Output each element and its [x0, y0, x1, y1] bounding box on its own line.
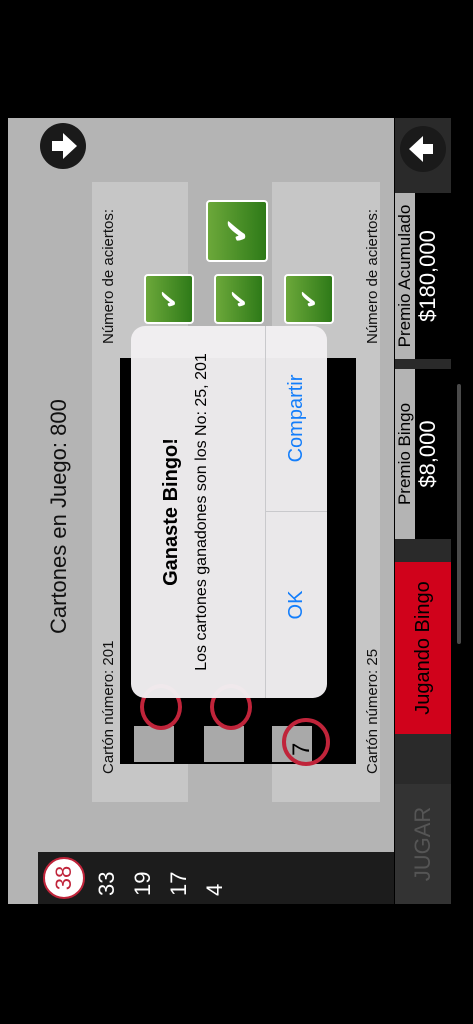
history-number: 17 — [166, 871, 191, 896]
history-number: 33 — [94, 871, 119, 896]
history-number: 4 — [202, 883, 227, 896]
cards-in-play-title: Cartones en Juego: 800 — [46, 399, 71, 634]
alert-title: Ganaste Bingo! — [159, 438, 182, 586]
grid-cell — [134, 726, 174, 762]
prize-accumulated: Premio Acumulado $180,000 — [395, 193, 451, 359]
hits-label-left: Número de aciertos: — [100, 208, 117, 344]
bingo-alert: Ganaste Bingo! Los cartones ganadones so… — [131, 326, 327, 698]
card-right-label: Cartón número: 25 — [364, 648, 381, 774]
current-number-ball: 38 — [43, 857, 85, 899]
check-icon: ✔ — [206, 200, 268, 262]
status-badge: Jugando Bingo — [395, 562, 451, 734]
back-arrow-button[interactable] — [400, 126, 446, 172]
grid-cell — [204, 726, 244, 762]
card-left-label: Cartón número: 201 — [100, 640, 117, 774]
check-icon: ✔ — [284, 274, 334, 324]
history-number: 19 — [130, 871, 155, 896]
landscape-scene: Cartones en Juego: 800 38 33 19 17 4 JUG… — [0, 0, 473, 1024]
alert-content: Ganaste Bingo! Los cartones ganadones so… — [131, 326, 241, 698]
current-number: 38 — [51, 865, 76, 891]
marked-number-ring — [282, 718, 330, 766]
down-arrow-button[interactable] — [40, 123, 86, 169]
drawn-numbers-panel — [38, 852, 394, 904]
ok-button[interactable]: OK — [266, 512, 327, 698]
check-icon: ✔ — [144, 274, 194, 324]
jugar-button[interactable]: JUGAR — [395, 784, 451, 904]
check-icon: ✔ — [214, 274, 264, 324]
scroll-indicator — [457, 384, 461, 644]
share-button[interactable]: Compartir — [266, 326, 327, 511]
prize-bingo: Premio Bingo $8,000 — [395, 369, 451, 539]
alert-message: Los cartones ganadones son los No: 25, 2… — [192, 353, 210, 671]
hits-label-right: Número de aciertos: — [364, 208, 381, 344]
jugar-label: JUGAR — [410, 806, 435, 882]
